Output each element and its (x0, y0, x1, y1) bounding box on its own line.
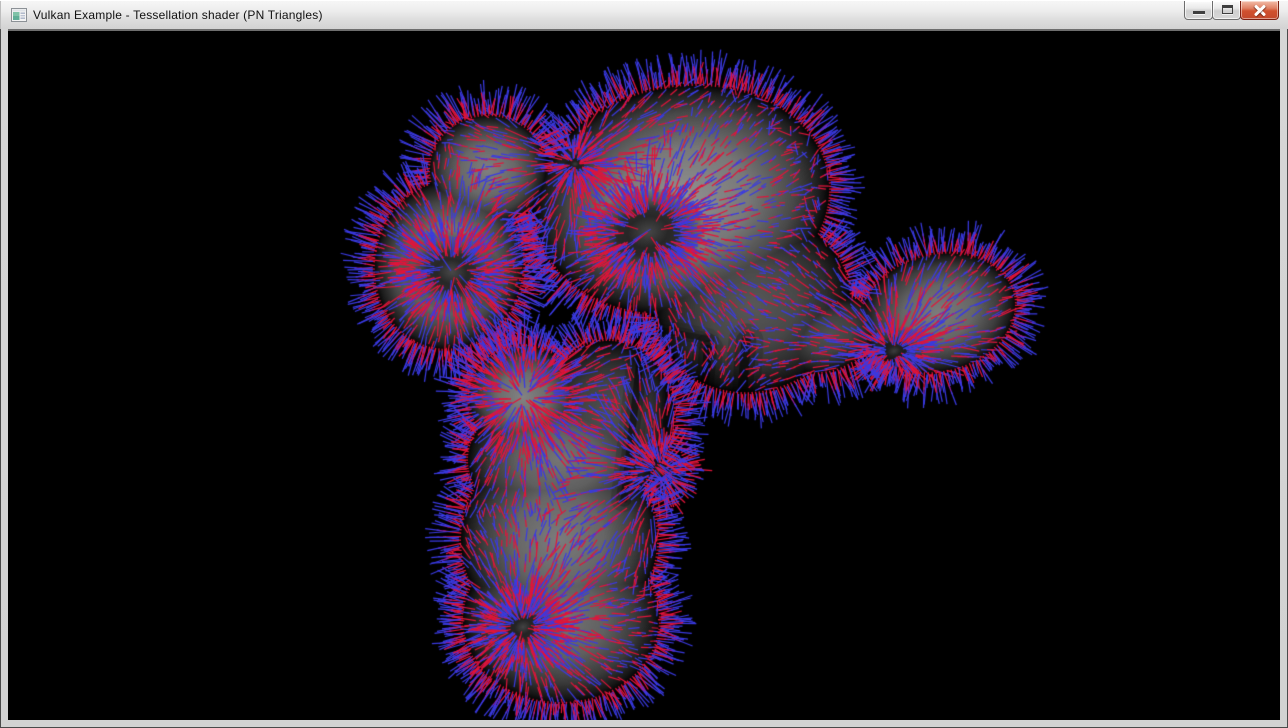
minimize-button[interactable] (1184, 1, 1213, 20)
close-button[interactable] (1240, 1, 1279, 20)
window-title: Vulkan Example - Tessellation shader (PN… (33, 8, 323, 22)
maximize-icon (1222, 5, 1233, 14)
window-controls (1185, 1, 1279, 20)
close-icon (1254, 4, 1266, 16)
app-icon (11, 7, 27, 23)
app-window: Vulkan Example - Tessellation shader (PN… (0, 0, 1288, 728)
titlebar[interactable]: Vulkan Example - Tessellation shader (PN… (0, 0, 1288, 29)
maximize-button[interactable] (1212, 1, 1241, 20)
scene-canvas[interactable] (8, 31, 1280, 720)
render-viewport (8, 29, 1280, 720)
minimize-icon (1193, 11, 1205, 14)
